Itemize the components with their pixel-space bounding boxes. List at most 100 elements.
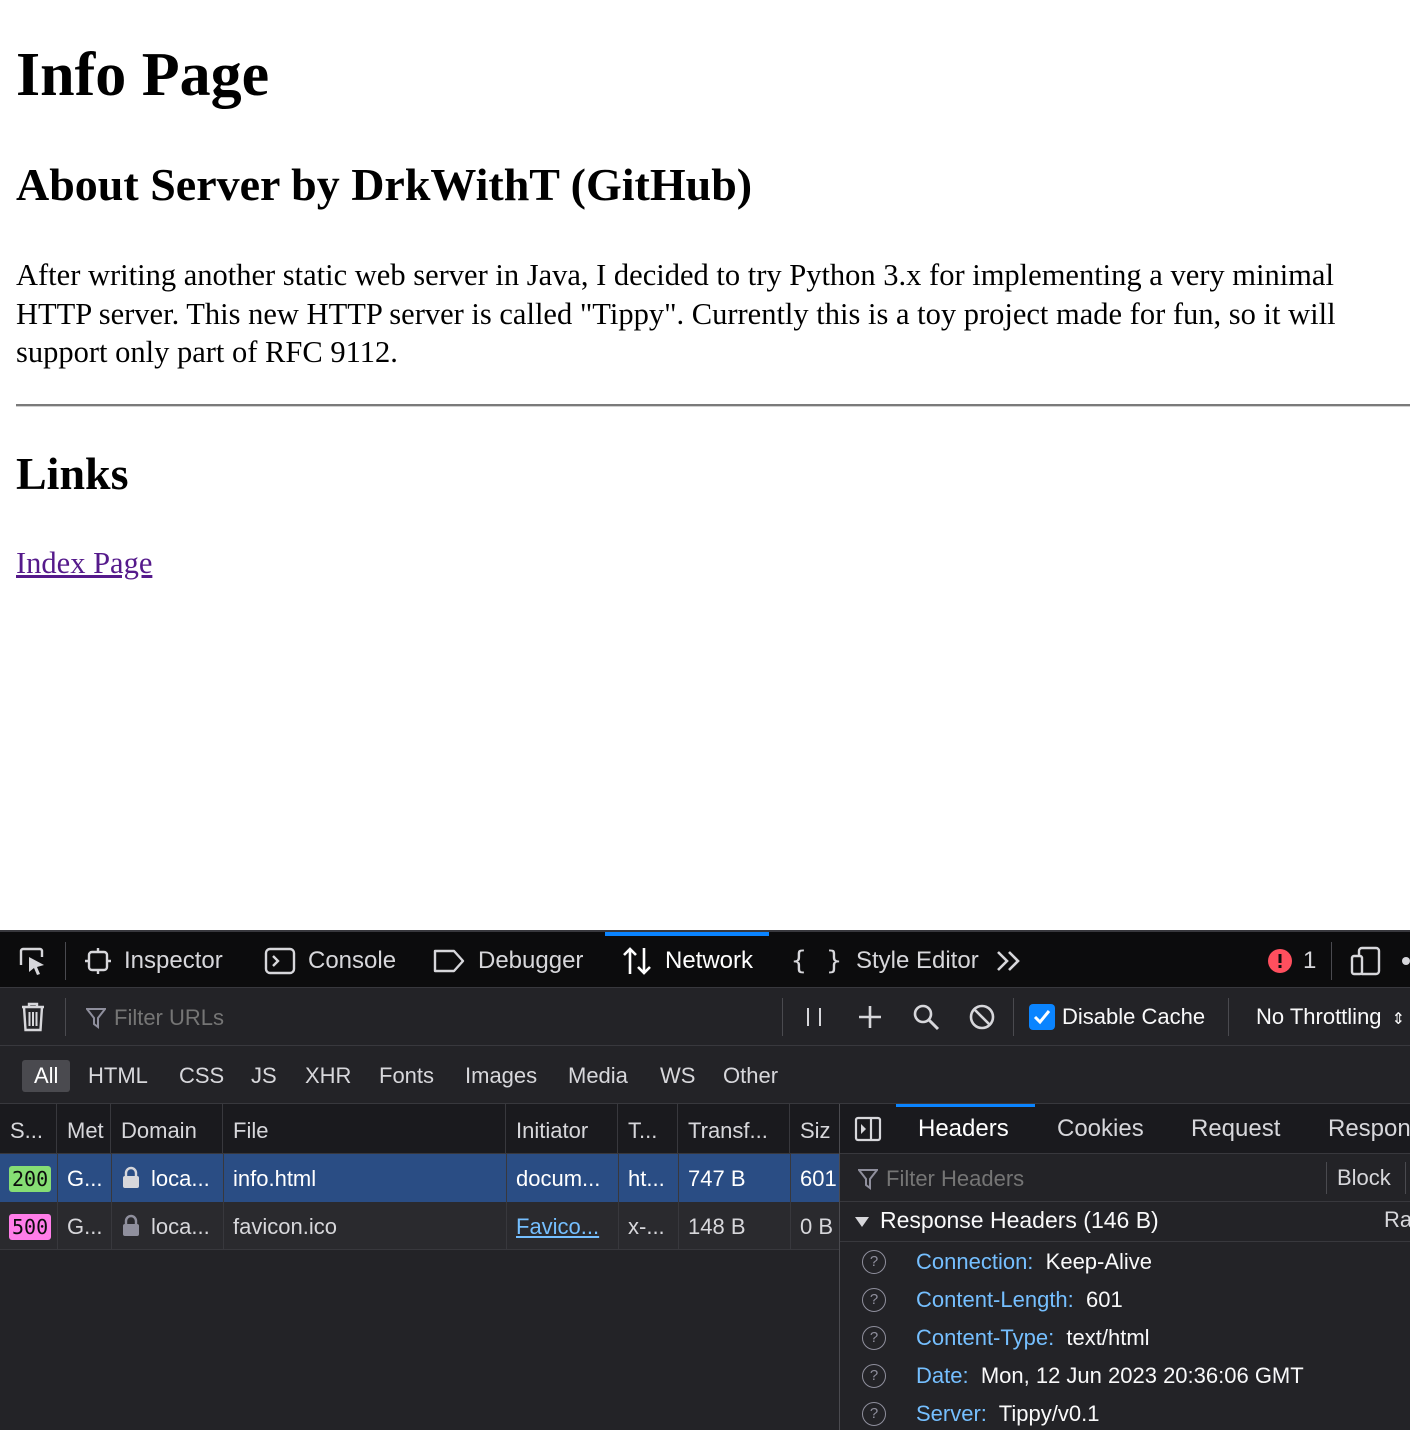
status-badge: 500 [9, 1214, 52, 1240]
trash-icon[interactable] [20, 1001, 46, 1033]
header-name: Date: Mon, 12 Jun 2023 20:36:06 GMT [916, 1363, 1304, 1388]
type-filter-fonts[interactable]: Fonts [367, 1060, 446, 1092]
column-separator [57, 1154, 58, 1250]
help-icon[interactable]: ? [862, 1250, 886, 1274]
overflow-menu-button[interactable] [1402, 932, 1410, 989]
table-row[interactable]: 500 G... loca... favicon.ico Favico... x… [0, 1202, 839, 1250]
status-cell: 200 [0, 1154, 57, 1202]
toggle-sidebar-icon[interactable] [854, 1116, 882, 1142]
column-size[interactable]: Siz [790, 1104, 839, 1154]
column-separator [506, 1154, 507, 1250]
request-type-filter-bar: All HTML CSS JS XHR Fonts Images Media W… [0, 1046, 1410, 1104]
console-icon [264, 947, 296, 974]
table-row[interactable]: 200 G... loca... info.html docum... ht..… [0, 1154, 839, 1202]
details-tab-bar: Headers Cookies Request Respon [840, 1104, 1410, 1154]
transferred-cell: 148 B [688, 1214, 746, 1239]
disable-cache-label[interactable]: Disable Cache [1062, 988, 1205, 1046]
type-cell: ht... [628, 1166, 665, 1191]
tab-response[interactable]: Respon [1328, 1104, 1410, 1154]
type-cell: x-... [628, 1214, 665, 1239]
column-initiator[interactable]: Initiator [506, 1104, 618, 1154]
index-page-link[interactable]: Index Page [16, 544, 152, 582]
column-separator [618, 1154, 619, 1250]
toolbar-separator [65, 942, 66, 980]
header-row-connection: ? Connection: Keep-Alive [840, 1243, 1410, 1281]
response-headers-summary[interactable]: Response Headers (146 B) Ra [840, 1202, 1410, 1242]
tab-cookies[interactable]: Cookies [1057, 1104, 1144, 1154]
column-file[interactable]: File [223, 1104, 506, 1154]
tab-inspector-label: Inspector [124, 946, 223, 974]
type-filter-images[interactable]: Images [453, 1060, 549, 1092]
tab-inspector[interactable]: Inspector [84, 932, 223, 989]
element-picker-icon [19, 947, 44, 975]
type-filter-css[interactable]: CSS [167, 1060, 236, 1092]
column-domain[interactable]: Domain [111, 1104, 223, 1154]
type-filter-media[interactable]: Media [556, 1060, 640, 1092]
column-separator [790, 1154, 791, 1250]
domain-text: loca... [151, 1166, 210, 1191]
response-headers-label: Response Headers (146 B) [880, 1207, 1159, 1233]
initiator-link[interactable]: Favico... [516, 1214, 599, 1239]
size-cell: 0 B [800, 1214, 834, 1239]
status-cell: 500 [0, 1202, 57, 1250]
type-filter-html[interactable]: HTML [76, 1060, 160, 1092]
header-name: Content-Length: 601 [916, 1287, 1123, 1312]
throttling-select[interactable]: No Throttling ⇕ [1256, 988, 1405, 1046]
toolbar-separator [1228, 998, 1229, 1036]
devtools-panel: Inspector Console Debugger Network { } S… [0, 930, 1410, 1430]
column-method[interactable]: Met [57, 1104, 111, 1154]
network-filter-bar: Disable Cache No Throttling ⇕ [0, 988, 1410, 1046]
help-icon[interactable]: ? [862, 1326, 886, 1350]
block-button[interactable]: Block [1337, 1154, 1391, 1202]
lock-icon [123, 1166, 139, 1188]
help-icon[interactable]: ? [862, 1288, 886, 1312]
plus-icon[interactable] [857, 1004, 883, 1030]
tab-debugger[interactable]: Debugger [432, 932, 583, 989]
column-separator [678, 1154, 679, 1250]
search-icon[interactable] [912, 1003, 940, 1031]
tab-console[interactable]: Console [264, 932, 396, 989]
error-icon [1268, 948, 1292, 973]
initiator-cell: docum... [516, 1166, 601, 1191]
filter-headers-input[interactable] [884, 1162, 1318, 1196]
toolbar-separator [65, 998, 66, 1036]
web-page-content: Info Page About Server by DrkWithT (GitH… [16, 0, 1410, 930]
transferred-cell: 747 B [688, 1166, 746, 1191]
about-heading: About Server by DrkWithT (GitHub) [16, 159, 753, 210]
links-heading: Links [16, 448, 129, 499]
header-row-server: ? Server: Tippy/v0.1 [840, 1395, 1410, 1430]
more-tools-button[interactable] [995, 932, 1035, 989]
disable-cache-checkbox[interactable] [1029, 1004, 1055, 1030]
toolbar-separator [1013, 998, 1014, 1036]
raw-toggle-label[interactable]: Ra [1384, 1202, 1410, 1238]
help-icon[interactable]: ? [862, 1364, 886, 1388]
responsive-design-button[interactable] [1350, 932, 1394, 989]
pause-icon[interactable] [804, 1005, 824, 1029]
type-filter-other[interactable]: Other [711, 1060, 790, 1092]
error-count-button[interactable]: 1 [1267, 932, 1316, 989]
tab-network[interactable]: Network [604, 932, 770, 989]
toolbar-separator [1331, 942, 1332, 980]
tab-request[interactable]: Request [1191, 1104, 1280, 1154]
column-type[interactable]: T... [618, 1104, 678, 1154]
toolbar-separator [1326, 1162, 1327, 1194]
tab-style-editor[interactable]: { } Style Editor [791, 932, 979, 989]
request-list: S... Met Domain File Initiator T... Tran… [0, 1104, 839, 1430]
method-cell: G... [67, 1214, 103, 1239]
type-filter-js[interactable]: JS [239, 1060, 289, 1092]
element-picker-button[interactable] [16, 932, 60, 989]
dots-menu-icon [1402, 956, 1410, 965]
header-value: Mon, 12 Jun 2023 20:36:06 GMT [980, 1363, 1304, 1388]
help-icon[interactable]: ? [862, 1402, 886, 1426]
type-filter-ws[interactable]: WS [648, 1060, 707, 1092]
column-transferred[interactable]: Transf... [678, 1104, 790, 1154]
filter-urls-input[interactable] [112, 1000, 776, 1036]
request-table-header: S... Met Domain File Initiator T... Tran… [0, 1104, 839, 1154]
type-filter-xhr[interactable]: XHR [293, 1060, 363, 1092]
network-arrows-icon [623, 946, 651, 975]
block-requests-icon[interactable] [968, 1003, 996, 1031]
type-filter-all[interactable]: All [22, 1060, 71, 1092]
tab-headers[interactable]: Headers [918, 1104, 1009, 1154]
column-status[interactable]: S... [0, 1104, 57, 1154]
header-row-content-type: ? Content-Type: text/html [840, 1319, 1410, 1357]
